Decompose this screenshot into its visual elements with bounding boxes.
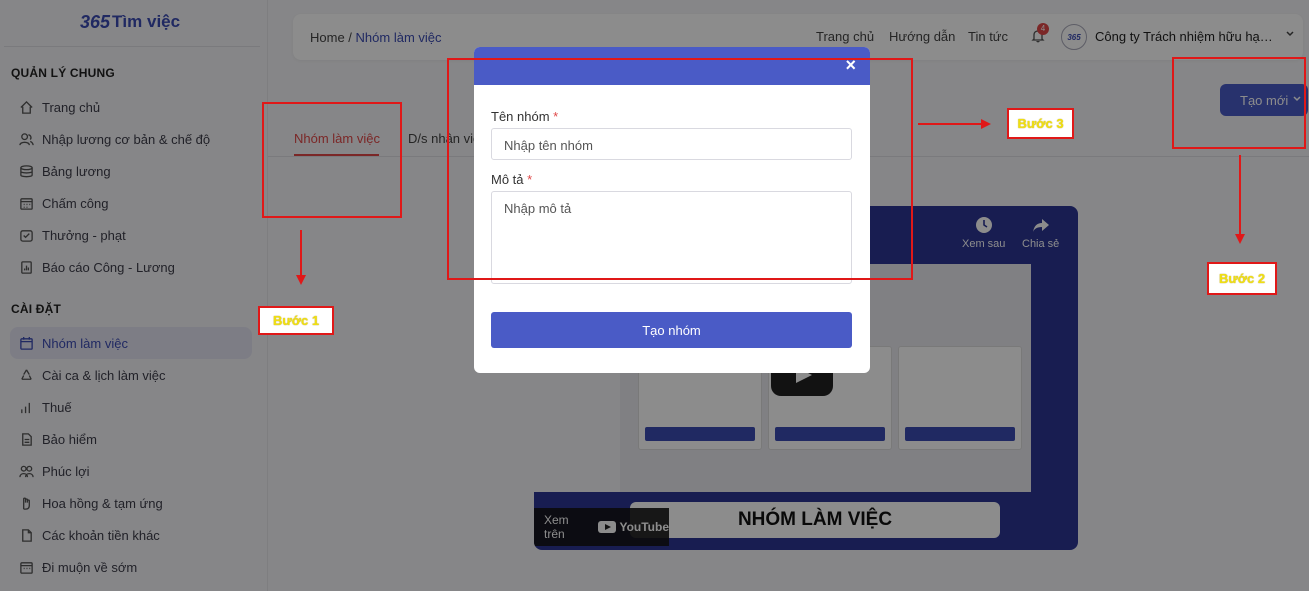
annotation-box-step1 <box>262 102 402 218</box>
arrow-down-icon <box>296 230 306 285</box>
annotation-box-step3 <box>447 58 913 280</box>
create-group-button[interactable]: Tạo nhóm <box>491 312 852 348</box>
arrow-right-icon <box>918 119 991 129</box>
step1-label: Bước 1 <box>258 306 334 335</box>
annotation-box-step2 <box>1172 57 1306 149</box>
step3-label: Bước 3 <box>1007 108 1074 139</box>
step2-label: Bước 2 <box>1207 262 1277 295</box>
arrow-down-icon <box>1235 155 1245 244</box>
